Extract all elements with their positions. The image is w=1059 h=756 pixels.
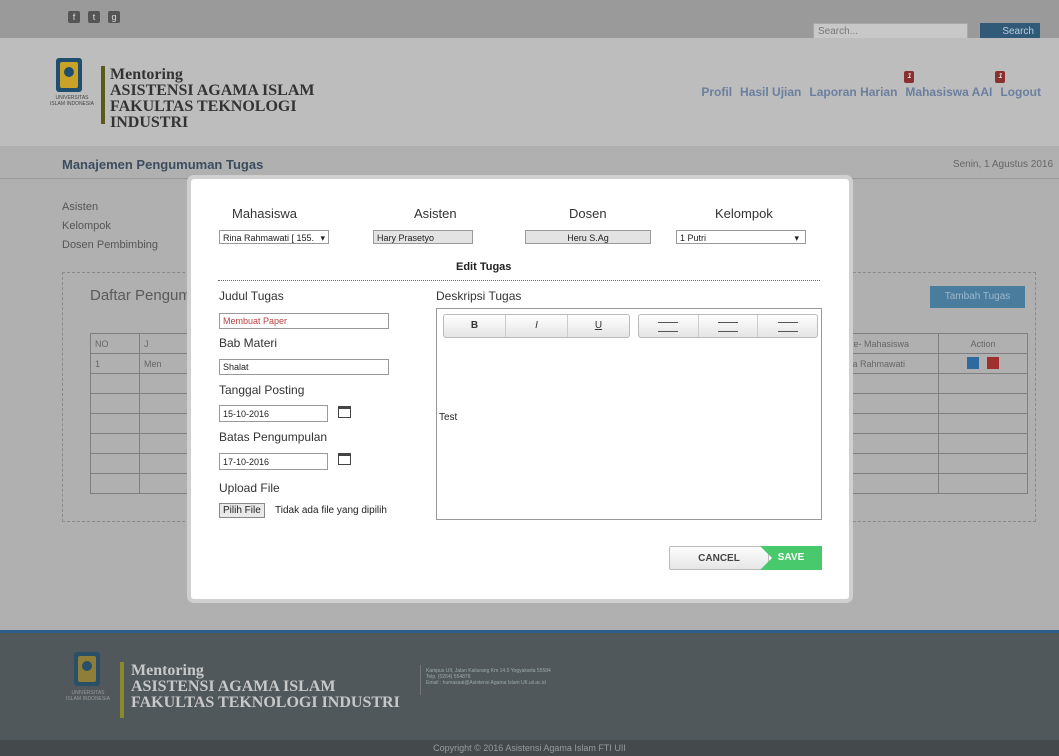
twitter-icon[interactable]: t (88, 11, 100, 23)
table-cell: 1 (90, 353, 140, 374)
align-toolbar (638, 314, 818, 338)
facebook-icon[interactable]: f (68, 11, 80, 23)
footer-title-line: ASISTENSI AGAMA ISLAM (131, 678, 336, 695)
section-divider (218, 280, 820, 281)
label-judul-tugas: Judul Tugas (219, 289, 284, 303)
page-title: Manajemen Pengumuman Tugas (62, 157, 264, 172)
page-date: Senin, 1 Agustus 2016 (952, 159, 1053, 170)
align-left-icon (658, 322, 679, 332)
align-center-icon (718, 322, 738, 332)
italic-button[interactable]: I (506, 315, 568, 337)
cancel-button[interactable]: CANCEL (669, 546, 769, 570)
choose-file-button[interactable]: Pilih File (219, 503, 265, 518)
notification-badge: 1 (995, 71, 1006, 83)
footer-title: Mentoring ASISTENSI AGAMA ISLAM FAKULTAS… (131, 663, 400, 711)
align-center-button[interactable] (699, 315, 759, 337)
nav-label: Mahasiswa AAI (905, 85, 993, 99)
table-cell: Rina Rahmawati (834, 353, 939, 374)
calendar-icon[interactable] (338, 453, 351, 465)
batas-pengumpulan-input[interactable]: 17-10-2016 (219, 453, 328, 470)
footer-address: Kampus UII, Jalan Kaliurang Km 14.5 Yogy… (426, 668, 551, 686)
calendar-icon[interactable] (338, 406, 351, 418)
label-tanggal-posting: Tanggal Posting (219, 383, 305, 397)
footer-title-line: Mentoring (131, 662, 204, 679)
nav-label: Laporan Harian (809, 85, 898, 99)
footer-university-text: UNIVERSITAS ISLAM INDONESIA (66, 690, 110, 702)
label-asisten: Asisten (414, 206, 457, 221)
label-upload-file: Upload File (219, 481, 280, 495)
nav-profil[interactable]: Profil (701, 85, 732, 99)
nav-laporan-harian[interactable]: 1 Laporan Harian (809, 71, 915, 99)
address-line: Email : humasaai@Asistensi Agama Islam U… (426, 680, 546, 686)
google-icon[interactable]: g (108, 11, 120, 23)
judul-tugas-input[interactable]: Membuat Paper (219, 313, 389, 329)
dosen-field: Heru S.Ag (525, 230, 651, 244)
table-header: J (139, 333, 189, 354)
add-task-button[interactable]: Tambah Tugas (930, 286, 1025, 308)
footer-logo-divider (120, 662, 124, 718)
social-links: f t g (68, 11, 120, 23)
file-status: Tidak ada file yang dipilih (275, 505, 387, 516)
kelompok-value: 1 Putri (680, 233, 707, 243)
site-title-line: FAKULTAS TEKNOLOGI (110, 98, 297, 115)
underline-button[interactable]: U (568, 315, 629, 337)
table-header: NO (90, 333, 140, 354)
info-dosen: Dosen Pembimbing (62, 239, 158, 251)
label-kelompok: Kelompok (715, 206, 773, 221)
site-title-line: INDUSTRI (110, 114, 189, 131)
nav-logout[interactable]: Logout (1000, 85, 1041, 99)
main-nav: Profil Hasil Ujian 1 Laporan Harian 1 Maha… (701, 71, 1041, 99)
tanggal-posting-input[interactable]: 15-10-2016 (219, 405, 328, 422)
nav-mahasiswa-aai[interactable]: 1 Mahasiswa AAI (905, 71, 1006, 99)
site-title[interactable]: Mentoring ASISTENSI AGAMA ISLAM FAKULTAS… (110, 67, 315, 131)
table-cell: Men (139, 353, 189, 374)
mahasiswa-select[interactable]: Rina Rahmawati [ 155. ▾ (219, 230, 329, 244)
copyright: Copyright © 2016 Asistensi Agama Islam F… (0, 740, 1059, 756)
chevron-down-icon: ▾ (794, 233, 799, 243)
bab-materi-input[interactable]: Shalat (219, 359, 389, 375)
label-deskripsi-tugas: Deskripsi Tugas (436, 289, 522, 303)
nav-hasil-ujian[interactable]: Hasil Ujian (740, 85, 801, 99)
table-header: Action (938, 333, 1028, 354)
label-dosen: Dosen (569, 206, 607, 221)
kelompok-select[interactable]: 1 Putri ▾ (676, 230, 806, 244)
notification-badge: 1 (904, 71, 915, 83)
logo-divider (101, 66, 105, 124)
mahasiswa-value: Rina Rahmawati [ 155. (223, 233, 315, 243)
chevron-down-icon: ▾ (320, 233, 325, 243)
action-cell (938, 353, 1028, 374)
label-batas-pengumpulan: Batas Pengumpulan (219, 430, 328, 444)
format-toolbar: B I U (443, 314, 630, 338)
info-list: Asisten Kelompok Dosen Pembimbing (62, 198, 158, 255)
description-editor[interactable] (436, 308, 822, 520)
delete-icon[interactable] (987, 356, 1000, 369)
info-asisten: Asisten (62, 201, 99, 213)
site-title-line: ASISTENSI AGAMA ISLAM (110, 82, 315, 99)
edit-task-title: Edit Tugas (456, 261, 512, 273)
label-bab-materi: Bab Materi (219, 336, 278, 350)
align-left-button[interactable] (639, 315, 699, 337)
logo-university-text: UNIVERSITAS ISLAM INDONESIA (50, 95, 94, 107)
align-right-icon (777, 322, 798, 332)
bold-button[interactable]: B (444, 315, 506, 337)
footer-title-line: FAKULTAS TEKNOLOGI INDUSTRI (131, 694, 400, 711)
edit-icon[interactable] (966, 356, 979, 369)
table-header: m ke- Mahasiswa (834, 333, 939, 354)
label-mahasiswa: Mahasiswa (232, 206, 298, 221)
footer-separator (420, 665, 421, 695)
asisten-field: Hary Prasetyo (373, 230, 473, 244)
description-text: Test (439, 412, 458, 423)
info-kelompok: Kelompok (62, 220, 111, 232)
site-title-line: Mentoring (110, 66, 183, 83)
align-right-button[interactable] (758, 315, 817, 337)
